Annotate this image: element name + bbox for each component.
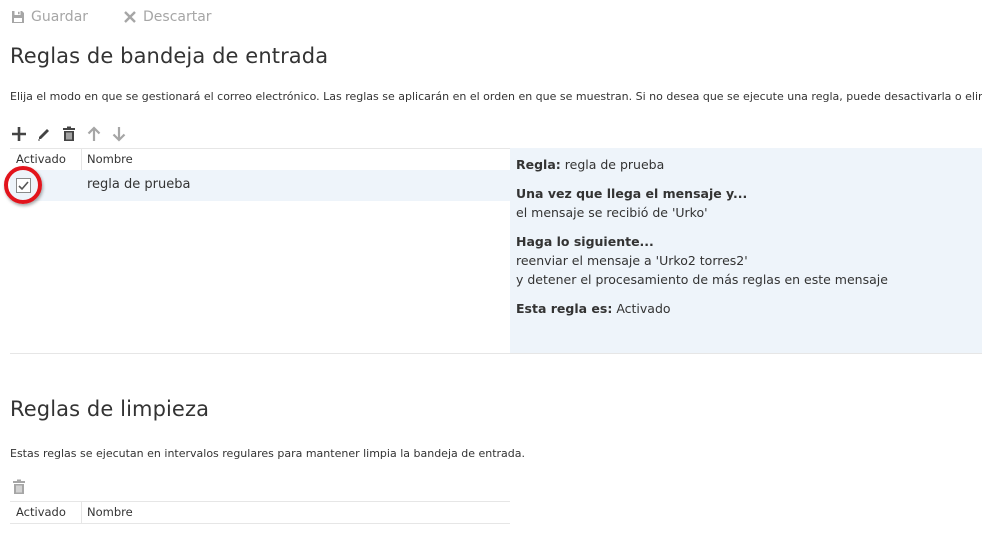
edit-icon[interactable]	[35, 125, 53, 143]
inbox-rules-table: Activado Nombre	[10, 148, 510, 171]
column-header-enabled[interactable]: Activado	[16, 152, 66, 166]
inbox-rules-toolbar	[10, 125, 135, 143]
floppy-disk-icon	[12, 11, 24, 23]
status-value: Activado	[616, 301, 671, 316]
inbox-rules-title: Reglas de bandeja de entrada	[10, 44, 329, 68]
move-down-icon[interactable]	[110, 125, 128, 143]
rule-name: regla de prueba	[87, 177, 191, 192]
condition-text: el mensaje se recibió de 'Urko'	[516, 205, 708, 220]
inbox-rules-description: Elija el modo en que se gestionará el co…	[10, 90, 982, 103]
table-header: Activado Nombre	[10, 501, 510, 524]
column-header-name[interactable]: Nombre	[87, 505, 133, 519]
rule-title-line: Regla: regla de prueba	[516, 157, 664, 172]
column-divider	[81, 149, 82, 170]
rule-detail-panel: Regla: regla de prueba Una vez que llega…	[510, 148, 982, 353]
save-button[interactable]: Guardar	[11, 7, 88, 27]
condition-heading: Una vez que llega el mensaje y...	[516, 186, 748, 201]
column-header-name[interactable]: Nombre	[87, 152, 133, 166]
status-label: Esta regla es:	[516, 301, 613, 316]
rule-label: Regla:	[516, 157, 561, 172]
delete-icon[interactable]	[10, 478, 28, 496]
discard-label: Descartar	[143, 9, 212, 25]
sweep-rules-table: Activado Nombre	[10, 501, 510, 524]
action-text-1: reenviar el mensaje a 'Urko2 torres2'	[516, 253, 748, 268]
highlight-circle	[4, 166, 42, 204]
delete-icon[interactable]	[60, 125, 78, 143]
close-icon	[124, 11, 136, 23]
action-heading: Haga lo siguiente...	[516, 234, 654, 249]
section-divider	[10, 353, 982, 354]
action-text-2: y detener el procesamiento de más reglas…	[516, 272, 888, 287]
discard-button[interactable]: Descartar	[123, 7, 212, 27]
column-header-enabled[interactable]: Activado	[16, 505, 66, 519]
table-header: Activado Nombre	[10, 148, 510, 171]
rule-detail-name: regla de prueba	[564, 157, 665, 172]
sweep-rules-title: Reglas de limpieza	[10, 397, 210, 421]
table-row[interactable]: regla de prueba	[10, 170, 510, 201]
move-up-icon[interactable]	[85, 125, 103, 143]
sweep-rules-toolbar	[10, 478, 35, 496]
add-icon[interactable]	[10, 125, 28, 143]
column-divider	[81, 502, 82, 523]
rule-status-line: Esta regla es: Activado	[516, 301, 671, 316]
save-label: Guardar	[31, 9, 89, 25]
sweep-rules-description: Estas reglas se ejecutan en intervalos r…	[10, 447, 526, 460]
